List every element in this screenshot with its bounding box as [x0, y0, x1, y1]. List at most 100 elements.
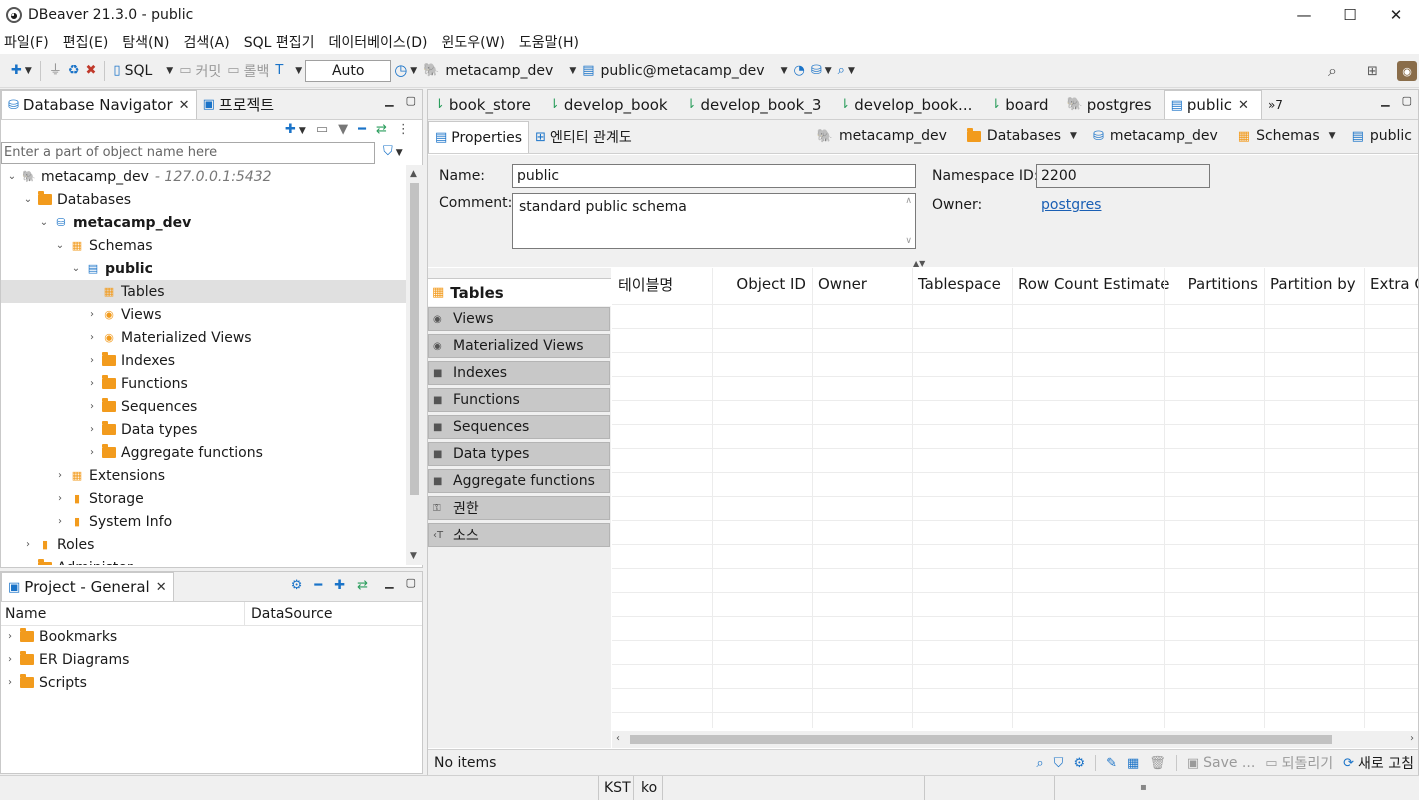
tree-node[interactable]: › ▦ Extensions — [1, 464, 406, 487]
grid-column-header[interactable]: Tablespace — [912, 268, 1012, 300]
navigator-scrollbar[interactable]: ▲ ▼ — [406, 165, 423, 565]
owner-link[interactable]: postgres — [1041, 197, 1101, 213]
drivers-button[interactable]: ⛁ ▼ — [808, 58, 835, 84]
grid-column-header[interactable]: 테이블명 — [612, 268, 712, 300]
tree-node[interactable]: ⌄ Databases — [1, 188, 406, 211]
dbeaver-perspective-button[interactable]: ◉ — [1394, 58, 1419, 84]
chevron-right-icon[interactable]: › — [85, 355, 99, 366]
column-name[interactable]: Name — [1, 602, 245, 625]
chevron-right-icon[interactable]: › — [53, 516, 67, 527]
subtab-properties[interactable]: ▤ Properties — [428, 121, 530, 153]
grid-column-header[interactable]: Partition by — [1264, 268, 1364, 300]
subtab-er-diagram[interactable]: ⊞ 엔티티 관계도 — [529, 121, 638, 153]
maximize-icon[interactable]: ▢ — [406, 576, 416, 589]
filter-icon[interactable]: ⛉ — [1054, 757, 1064, 770]
chevron-right-icon[interactable]: › — [53, 493, 67, 504]
commit-button[interactable]: ▭ 커밋 — [176, 58, 224, 84]
tree-node[interactable]: › Indexes — [1, 349, 406, 372]
side-tab[interactable]: ■ Functions — [428, 388, 610, 412]
menu-file[interactable]: 파일(F) — [4, 32, 49, 52]
chevron-right-icon[interactable]: › — [85, 447, 99, 458]
close-tab-icon[interactable]: ✕ — [1238, 98, 1249, 113]
link-editor-icon[interactable]: ⇄ — [376, 122, 387, 137]
delete-icon[interactable]: 🗑 — [1149, 757, 1166, 770]
sash-arrows-icon[interactable]: ▲▼ — [913, 259, 925, 268]
scroll-thumb[interactable] — [410, 183, 419, 495]
tree-node[interactable]: › Data types — [1, 418, 406, 441]
side-tab[interactable]: ◉ Views — [428, 307, 610, 331]
tree-node[interactable]: ⌄ 🐘 metacamp_dev - 127.0.0.1:5432 — [1, 165, 406, 188]
maximize-button[interactable]: ☐ — [1327, 0, 1373, 30]
chevron-right-icon[interactable]: › — [21, 562, 35, 565]
chevron-right-icon[interactable]: › — [21, 539, 35, 550]
sql-editor-button[interactable]: ▯ SQL ▼ — [110, 58, 176, 84]
side-tab[interactable]: ■ Aggregate functions — [428, 469, 610, 493]
tree-node[interactable]: › ▮ Roles — [1, 533, 406, 556]
active-datasource-selector[interactable]: 🐘 metacamp_dev ▼ — [420, 58, 579, 84]
history-button[interactable]: ◷ ▼ — [391, 58, 420, 84]
transaction-mode-field[interactable]: Auto — [305, 59, 392, 82]
chevron-right-icon[interactable]: › — [53, 470, 67, 481]
tree-node[interactable]: › ▮ Storage — [1, 487, 406, 510]
chevron-right-icon[interactable]: › — [85, 378, 99, 389]
side-tab[interactable]: ■ Sequences — [428, 415, 610, 439]
menu-edit[interactable]: 편집(E) — [63, 32, 109, 52]
link-icon[interactable]: ⇄ — [357, 578, 368, 593]
settings-icon[interactable]: ⚙ — [1073, 757, 1085, 770]
chevron-right-icon[interactable]: › — [85, 309, 99, 320]
tab-database-navigator[interactable]: ⛁ Database Navigator ✕ — [1, 90, 197, 119]
minimize-icon[interactable]: ▁ — [1381, 94, 1389, 107]
tab-projects[interactable]: ▣ 프로젝트 — [197, 90, 281, 119]
side-tab[interactable]: ■ Data types — [428, 442, 610, 466]
menu-sql-editor[interactable]: SQL 편집기 — [244, 32, 315, 52]
breadcrumb-databases[interactable]: Databases — [987, 128, 1061, 144]
editor-tab[interactable]: 🐘 postgres — [1061, 90, 1164, 119]
reconnect-button[interactable]: ♻ — [65, 58, 83, 84]
editor-tab[interactable]: ⇂ board — [984, 90, 1060, 119]
global-search-button[interactable]: ⌕ — [1325, 58, 1340, 84]
chevron-right-icon[interactable]: › — [85, 424, 99, 435]
chevron-down-icon[interactable]: ⌄ — [5, 171, 19, 182]
navigator-dropdown-icon[interactable]: ▼ — [338, 122, 348, 137]
grid-column-header[interactable]: Owner — [812, 268, 912, 300]
chevron-down-icon[interactable]: ⌄ — [53, 240, 67, 251]
rollback-button[interactable]: ▭ 롤백 — [224, 58, 272, 84]
editor-tab[interactable]: ▤ public ✕ — [1163, 90, 1262, 119]
breadcrumb-schema[interactable]: public — [1370, 128, 1412, 144]
tree-node[interactable]: › Functions — [1, 372, 406, 395]
maximize-icon[interactable]: ▢ — [406, 94, 416, 107]
navigator-filter-input[interactable]: Enter a part of object name here — [1, 142, 375, 164]
disconnect-button[interactable]: ✖ — [83, 58, 100, 84]
tree-node[interactable]: › Sequences — [1, 395, 406, 418]
scroll-left-icon[interactable]: ‹ — [616, 733, 620, 744]
grid-column-header[interactable]: Partitions — [1164, 268, 1264, 300]
project-item-bookmarks[interactable]: › Bookmarks — [3, 625, 117, 648]
side-tab[interactable]: ‹T 소스 — [428, 523, 610, 547]
chevron-down-icon[interactable]: ▼ — [1329, 131, 1336, 141]
breadcrumb-database[interactable]: metacamp_dev — [1110, 128, 1218, 144]
chevron-right-icon[interactable]: › — [85, 401, 99, 412]
new-connection-icon[interactable]: ✚ ▼ — [285, 122, 306, 137]
tree-node[interactable]: ⌄ ▤ public — [1, 257, 406, 280]
scroll-down-icon[interactable]: ∨ — [905, 236, 912, 246]
grid-column-header[interactable]: Extra O — [1364, 268, 1418, 300]
new-connection-button[interactable]: ✚ ▼ — [8, 58, 35, 84]
tree-node[interactable]: ▦ Tables — [1, 280, 406, 303]
tab-overflow-button[interactable]: »7 — [1262, 90, 1289, 119]
grid-horizontal-scrollbar[interactable]: ‹ › — [612, 731, 1418, 748]
scroll-thumb[interactable] — [630, 735, 1332, 744]
tree-node[interactable]: › ◉ Views — [1, 303, 406, 326]
project-item-er-diagrams[interactable]: › ER Diagrams — [3, 648, 129, 671]
dashboard-button[interactable]: ◔ — [790, 58, 807, 84]
close-tab-icon[interactable]: ✕ — [179, 98, 190, 113]
new-folder-icon[interactable]: ▭ — [316, 122, 328, 137]
editor-tab[interactable]: ⇂ develop_book — [543, 90, 680, 119]
side-tab-tables[interactable]: ▦ Tables — [428, 278, 611, 306]
expand-icon[interactable]: ✚ — [334, 578, 345, 593]
tree-node[interactable]: › ◉ Materialized Views — [1, 326, 406, 349]
chevron-down-icon[interactable]: ▼ — [1070, 131, 1077, 141]
menu-database[interactable]: 데이터베이스(D) — [329, 32, 428, 52]
menu-window[interactable]: 윈도우(W) — [442, 32, 505, 52]
filter-icon[interactable]: ⛉ ▼ — [383, 144, 403, 159]
close-window-button[interactable]: ✕ — [1373, 0, 1419, 30]
